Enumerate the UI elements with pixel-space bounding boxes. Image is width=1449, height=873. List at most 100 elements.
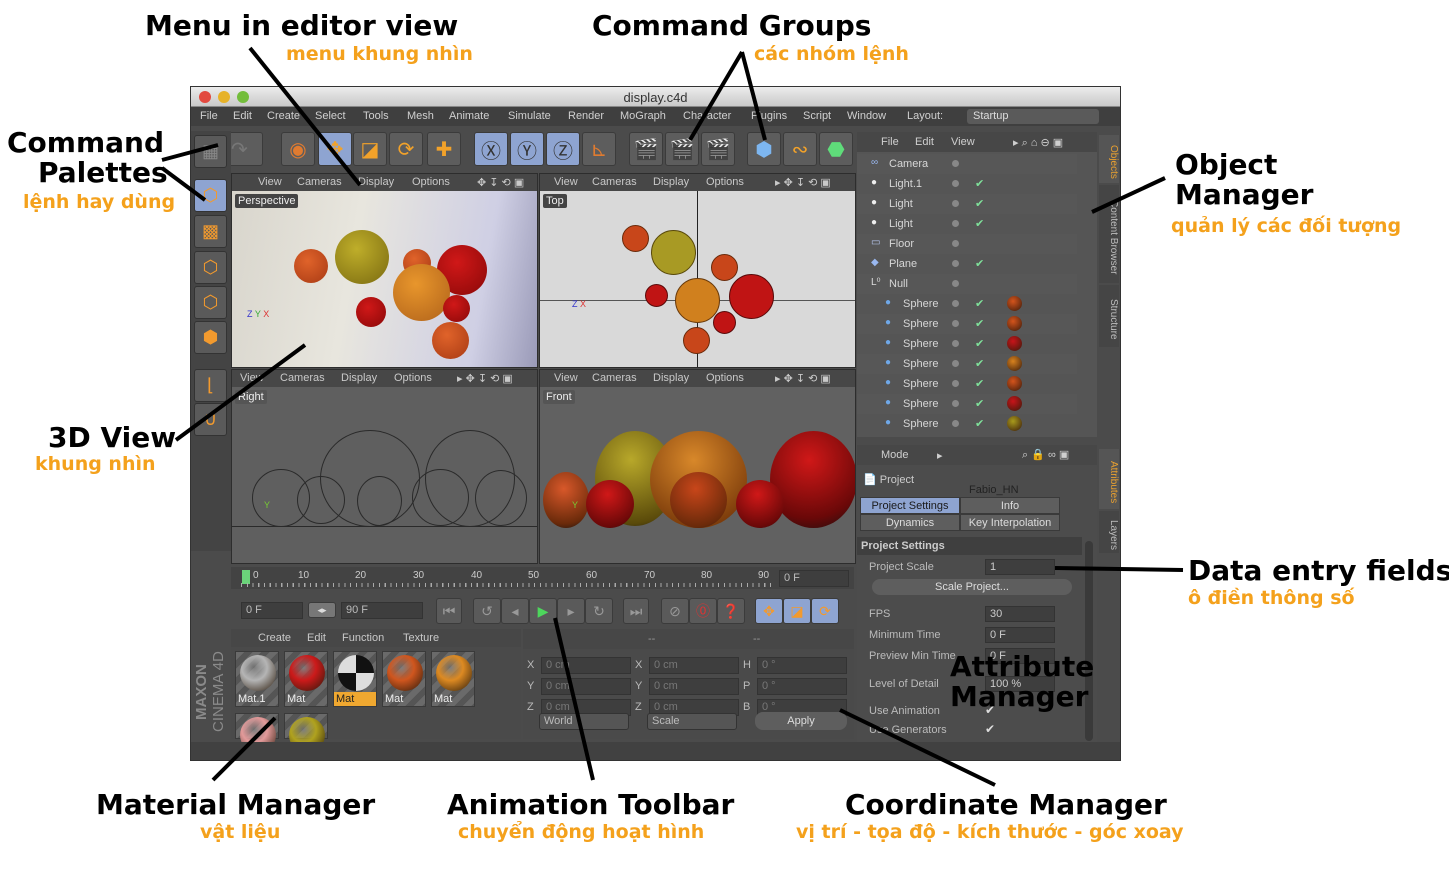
sphere-object[interactable] <box>729 274 774 319</box>
sphere-object[interactable] <box>670 472 727 528</box>
tab-layers[interactable]: Layers <box>1099 511 1119 553</box>
wireframe-sphere[interactable] <box>357 476 402 526</box>
material-tag[interactable] <box>1007 396 1022 411</box>
enabled-check-icon[interactable]: ✔ <box>975 357 984 370</box>
vp-menu-options[interactable]: Options <box>412 176 450 188</box>
mat-menu-function[interactable]: Function <box>342 632 384 644</box>
enabled-check-icon[interactable]: ✔ <box>975 397 984 410</box>
visibility-dot[interactable] <box>952 420 959 427</box>
play-button[interactable]: ▶ <box>529 598 557 624</box>
object-row[interactable]: ● Sphere ✔ <box>857 354 1077 374</box>
sphere-object[interactable] <box>713 311 736 334</box>
object-row[interactable]: ● Light ✔ <box>857 214 1077 234</box>
menu-create[interactable]: Create <box>267 110 300 122</box>
apply-button[interactable]: Apply <box>755 712 847 730</box>
enabled-check-icon[interactable]: ✔ <box>975 177 984 190</box>
add-spline-button[interactable]: ∾ <box>783 132 817 166</box>
viewport-right[interactable]: View Cameras Display Options ▸ ✥ ↧ ⟲ ▣ R… <box>231 369 538 564</box>
menu-select[interactable]: Select <box>315 110 346 122</box>
size-input[interactable]: 0 cm <box>649 678 739 695</box>
visibility-dot[interactable] <box>952 160 959 167</box>
sphere-object[interactable] <box>443 295 470 322</box>
palette-axis-button[interactable]: ⌊ <box>194 369 227 402</box>
object-row[interactable]: ● Light ✔ <box>857 194 1077 214</box>
vp-nav-icons[interactable]: ▸ ✥ ↧ ⟲ ▣ <box>775 176 831 189</box>
material-tag[interactable] <box>1007 416 1022 431</box>
project-scale-input[interactable]: 1 <box>985 559 1055 575</box>
vp-menu-cameras[interactable]: Cameras <box>592 372 637 384</box>
rotation-input[interactable]: 0 ° <box>757 678 847 695</box>
enabled-check-icon[interactable]: ✔ <box>975 337 984 350</box>
palette-texture-mode-button[interactable]: ▩ <box>194 215 227 248</box>
om-menu-file[interactable]: File <box>881 136 899 148</box>
go-to-start-button[interactable]: ⏮ <box>436 598 462 624</box>
object-row[interactable]: ● Sphere ✔ <box>857 394 1077 414</box>
palette-snap-button[interactable]: ∪ <box>194 403 227 436</box>
tab-content-browser[interactable]: Content Browser <box>1099 185 1119 283</box>
object-row[interactable]: ◆ Plane ✔ <box>857 254 1077 274</box>
vp-nav-icons[interactable]: ✥ ↧ ⟲ ▣ <box>477 176 524 189</box>
object-row[interactable]: L⁰ Null <box>857 274 1077 294</box>
create-tool-button[interactable]: ✚ <box>427 132 461 166</box>
material-swatch[interactable]: Mat.1 <box>235 651 279 707</box>
mat-menu-texture[interactable]: Texture <box>403 632 439 644</box>
object-row[interactable]: ● Sphere ✔ <box>857 294 1077 314</box>
object-row[interactable]: ● Light.1 ✔ <box>857 174 1077 194</box>
visibility-dot[interactable] <box>952 400 959 407</box>
visibility-dot[interactable] <box>952 200 959 207</box>
object-row[interactable]: ▭ Floor <box>857 234 1077 254</box>
material-tag[interactable] <box>1007 316 1022 331</box>
vp-menu-display[interactable]: Display <box>341 372 377 384</box>
menu-mograph[interactable]: MoGraph <box>620 110 666 122</box>
tab-project-settings[interactable]: Project Settings <box>860 497 960 514</box>
menu-window[interactable]: Window <box>847 110 886 122</box>
y-axis-button[interactable]: Ⓨ <box>510 132 544 166</box>
enabled-check-icon[interactable]: ✔ <box>975 377 984 390</box>
fps-input[interactable]: 30 <box>985 606 1055 622</box>
vp-menu-view[interactable]: View <box>240 372 264 384</box>
sphere-object[interactable] <box>683 327 710 354</box>
start-frame-field[interactable]: 0 F <box>241 602 303 619</box>
material-tag[interactable] <box>1007 376 1022 391</box>
live-selection-button[interactable]: ◉ <box>281 132 315 166</box>
visibility-dot[interactable] <box>952 220 959 227</box>
object-row[interactable]: ● Sphere ✔ <box>857 414 1077 434</box>
end-frame-field[interactable]: 90 F <box>341 602 423 619</box>
sphere-object[interactable] <box>736 480 784 528</box>
menu-character[interactable]: Character <box>683 110 731 122</box>
sphere-object[interactable] <box>543 472 589 528</box>
material-swatch[interactable]: Mat <box>382 651 426 707</box>
previous-key-button[interactable]: ↺ <box>473 598 501 624</box>
tab-attributes[interactable]: Attributes <box>1099 449 1119 509</box>
attr-nav-arrow-icon[interactable]: ▸ <box>937 449 943 462</box>
object-row[interactable]: ∞ Camera <box>857 154 1077 174</box>
add-cube-button[interactable]: ⬢ <box>747 132 781 166</box>
visibility-dot[interactable] <box>952 380 959 387</box>
previous-frame-button[interactable]: ◂ <box>501 598 529 624</box>
sphere-object[interactable] <box>770 431 855 528</box>
sphere-object[interactable] <box>622 225 649 252</box>
vp-menu-display[interactable]: Display <box>653 176 689 188</box>
enabled-check-icon[interactable]: ✔ <box>975 197 984 210</box>
visibility-dot[interactable] <box>952 180 959 187</box>
coord-mode-select[interactable]: World <box>539 713 629 730</box>
sphere-object[interactable] <box>711 254 738 281</box>
menu-plugins[interactable]: Plugins <box>751 110 787 122</box>
vp-menu-options[interactable]: Options <box>706 176 744 188</box>
sphere-object[interactable] <box>335 230 389 284</box>
visibility-dot[interactable] <box>952 320 959 327</box>
vp-menu-view[interactable]: View <box>554 176 578 188</box>
viewport-top[interactable]: View Cameras Display Options ▸ ✥ ↧ ⟲ ▣ T… <box>539 173 856 368</box>
sphere-object[interactable] <box>432 322 469 359</box>
sphere-object[interactable] <box>393 264 450 321</box>
material-swatch[interactable]: Mat <box>284 651 328 707</box>
vp-menu-cameras[interactable]: Cameras <box>297 176 342 188</box>
tab-objects[interactable]: Objects <box>1099 135 1119 183</box>
tab-info[interactable]: Info <box>960 497 1060 514</box>
visibility-dot[interactable] <box>952 300 959 307</box>
attr-search-lock-icons[interactable]: ⌕ 🔒 ∞ ▣ <box>1022 448 1069 462</box>
tab-dynamics[interactable]: Dynamics <box>860 514 960 531</box>
vp-menu-cameras[interactable]: Cameras <box>592 176 637 188</box>
material-swatch[interactable]: Mat <box>333 651 377 707</box>
record-position-button[interactable]: ✥ <box>755 598 783 624</box>
